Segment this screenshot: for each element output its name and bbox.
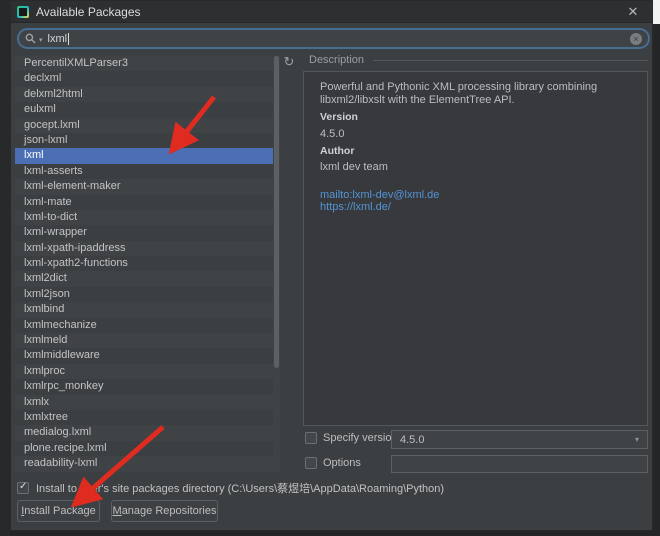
author-label: Author xyxy=(320,145,629,157)
list-item[interactable]: lxmlmechanize xyxy=(15,318,273,333)
list-item[interactable]: lxmlmeld xyxy=(15,333,273,348)
list-item[interactable]: lxmlrpc_monkey xyxy=(15,379,273,394)
list-item[interactable]: PercentilXMLParser3 xyxy=(15,56,273,71)
list-item[interactable]: lxml2dict xyxy=(15,271,273,286)
background-ide-strip xyxy=(0,0,10,536)
dialog-titlebar: Available Packages ✕ xyxy=(11,1,652,23)
specify-version-label: Specify version xyxy=(323,432,398,444)
package-list: PercentilXMLParser3declxmldelxml2htmleul… xyxy=(15,56,273,472)
options-input[interactable] xyxy=(391,455,648,473)
list-item[interactable]: eulxml xyxy=(15,102,273,117)
search-icon xyxy=(25,33,36,44)
list-item[interactable]: plone.recipe.lxml xyxy=(15,441,273,456)
mailto-link[interactable]: mailto:lxml-dev@lxml.de xyxy=(320,189,629,201)
list-item[interactable]: lxmlxtree xyxy=(15,410,273,425)
dialog-title: Available Packages xyxy=(36,5,141,19)
install-package-button[interactable]: Install Package xyxy=(17,500,100,522)
list-item[interactable]: medialog.lxml xyxy=(15,425,273,440)
homepage-link[interactable]: https://lxml.de/ xyxy=(320,201,629,213)
list-item[interactable]: lxml-element-maker xyxy=(15,179,273,194)
list-item[interactable]: lxml-to-dict xyxy=(15,210,273,225)
list-item[interactable]: lxml2json xyxy=(15,287,273,302)
close-icon[interactable]: ✕ xyxy=(624,3,642,21)
package-list-scrollbar[interactable] xyxy=(273,56,280,472)
list-item[interactable]: json-lxml xyxy=(15,133,273,148)
author-value: lxml dev team xyxy=(320,161,629,173)
list-item[interactable]: readability-lxml xyxy=(15,456,273,471)
install-to-user-site-checkbox[interactable] xyxy=(17,482,29,494)
chevron-down-icon: ▾ xyxy=(635,435,639,444)
search-value: lxml xyxy=(48,33,68,45)
options-label: Options xyxy=(323,457,361,469)
list-item[interactable]: lxml-mate xyxy=(15,195,273,210)
version-combobox[interactable]: 4.5.0 ▾ xyxy=(391,430,648,449)
list-item[interactable]: lxml xyxy=(15,148,273,163)
description-panel: Powerful and Pythonic XML processing lib… xyxy=(303,71,648,426)
search-input[interactable]: ▾ lxml × xyxy=(17,28,650,49)
install-to-user-site-label: Install to user's site packages director… xyxy=(36,480,444,496)
available-packages-dialog: Available Packages ✕ ▾ lxml × PercentilX… xyxy=(10,0,653,531)
background-window-fragment xyxy=(652,0,660,24)
list-item[interactable]: lxmlbind xyxy=(15,302,273,317)
specify-version-checkbox[interactable] xyxy=(305,432,317,444)
scrollbar-thumb[interactable] xyxy=(274,56,279,368)
clear-search-icon[interactable]: × xyxy=(630,33,642,45)
reload-packages-icon[interactable]: ↻ xyxy=(281,54,297,70)
list-item[interactable]: declxml xyxy=(15,71,273,86)
list-item[interactable]: lxml-xpath-ipaddress xyxy=(15,241,273,256)
description-group-title: Description xyxy=(309,54,364,66)
pycharm-icon xyxy=(17,6,29,18)
list-item[interactable]: lxml-wrapper xyxy=(15,225,273,240)
options-checkbox[interactable] xyxy=(305,457,317,469)
list-item[interactable]: lxml-asserts xyxy=(15,164,273,179)
text-caret xyxy=(68,33,69,45)
list-item[interactable]: lxmlmiddleware xyxy=(15,348,273,363)
list-item[interactable]: delxml2html xyxy=(15,87,273,102)
list-item[interactable]: lxmlproc xyxy=(15,364,273,379)
package-summary: Powerful and Pythonic XML processing lib… xyxy=(320,81,629,107)
version-value: 4.5.0 xyxy=(320,128,629,140)
list-item[interactable]: lxmlx xyxy=(15,395,273,410)
list-item[interactable]: gocept.lxml xyxy=(15,118,273,133)
version-label: Version xyxy=(320,111,629,123)
screen: Available Packages ✕ ▾ lxml × PercentilX… xyxy=(0,0,660,536)
list-item[interactable]: lxml-xpath2-functions xyxy=(15,256,273,271)
manage-repositories-button[interactable]: Manage Repositories xyxy=(111,500,218,522)
version-combobox-value: 4.5.0 xyxy=(400,434,424,446)
search-filter-dropdown-icon[interactable]: ▾ xyxy=(39,36,43,44)
description-group-line xyxy=(373,60,648,61)
